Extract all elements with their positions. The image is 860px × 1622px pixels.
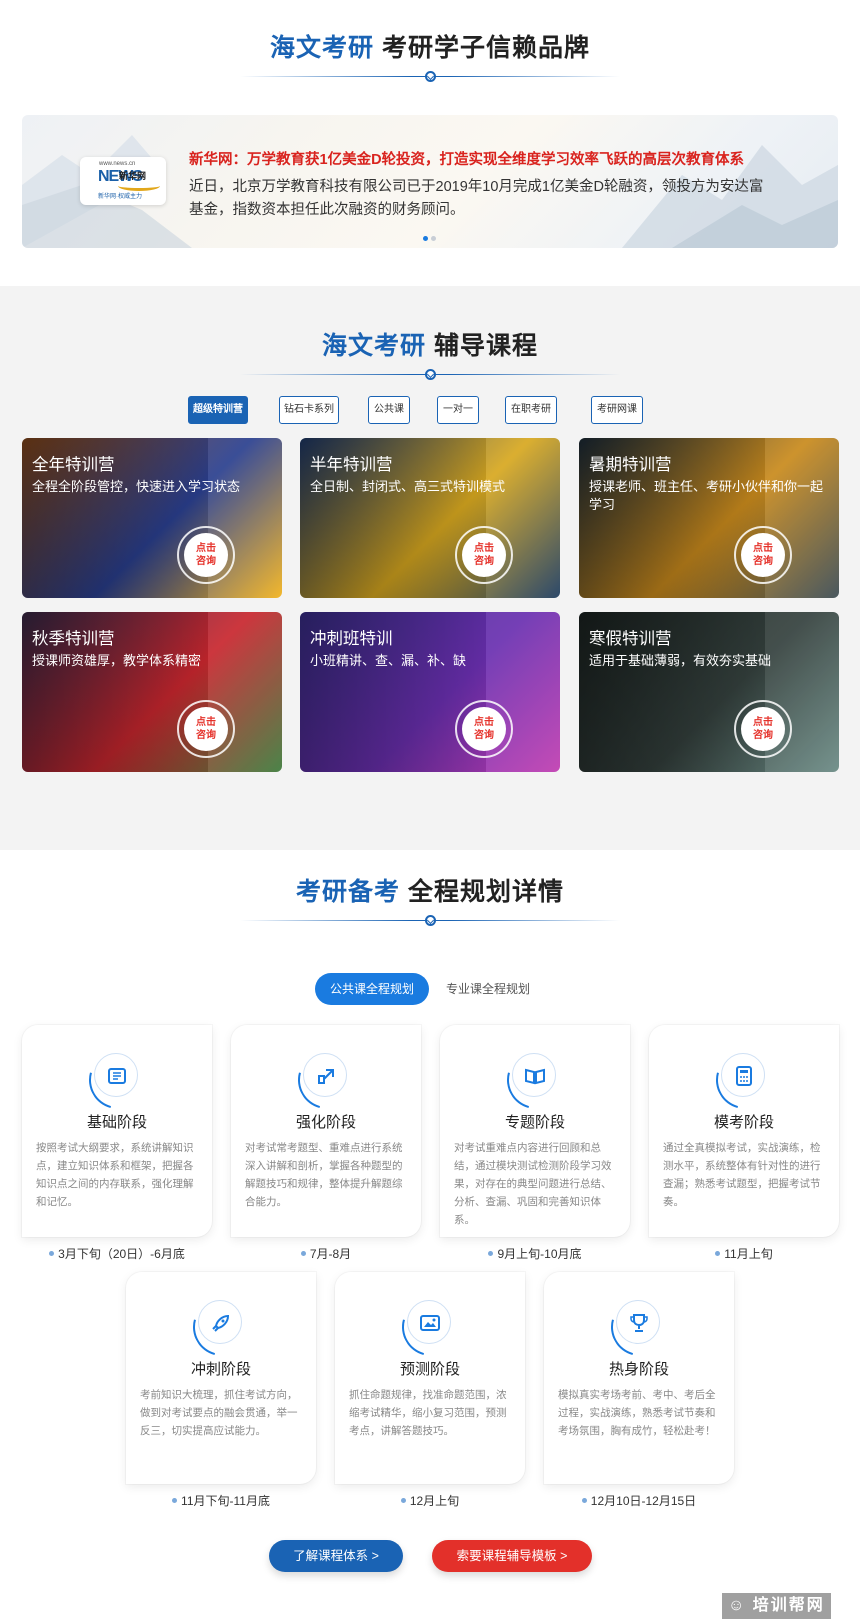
stage-card: 基础阶段按照考试大纲要求，系统讲解知识点，建立知识体系和框架，把握各知识点之间的…: [22, 1025, 212, 1237]
course-title: 暑期特训营: [589, 456, 672, 474]
stage-desc: 考前知识大梳理，抓住考试方向，做到对考试要点的融会贯通，举一反三，切实提高应试能…: [140, 1389, 298, 1437]
tab-online[interactable]: 考研网课: [591, 396, 643, 424]
courses-title: 海文考研 辅导课程: [322, 332, 538, 360]
chevron-down-icon: [424, 915, 436, 926]
course-tabs: 超级特训营 钻石卡系列 公共课 一对一 在职考研 考研网课: [188, 396, 648, 424]
stage-desc: 对考试重难点内容进行回顾和总结，通过模块测试检测阶段学习效果，对存在的典型问题进…: [454, 1142, 612, 1226]
tab-public[interactable]: 公共课: [368, 396, 410, 424]
stage-name: 预测阶段: [399, 1361, 460, 1378]
stage-card: 专题阶段对考试重难点内容进行回顾和总结，通过模块测试检测阶段学习效果，对存在的典…: [440, 1025, 630, 1237]
consult-button[interactable]: 点击 咨询: [455, 526, 513, 584]
stage-desc: 对考试常考题型、重难点进行系统深入讲解和剖析，掌握各种题型的解题技巧和规律，整体…: [245, 1142, 403, 1208]
course-card-full-year[interactable]: 全年特训营全程全阶段管控，快速进入学习状态点击 咨询: [22, 438, 282, 598]
course-desc: 授课师资雄厚，教学体系精密: [32, 653, 202, 668]
stage-name: 强化阶段: [295, 1114, 356, 1131]
stage-card: 强化阶段对考试常考题型、重难点进行系统深入讲解和剖析，掌握各种题型的解题技巧和规…: [231, 1025, 421, 1237]
course-title: 全年特训营: [32, 456, 115, 474]
course-card-sprint[interactable]: 冲刺班特训小班精讲、查、漏、补、缺点击 咨询: [300, 612, 560, 772]
tab-diamond[interactable]: 钻石卡系列: [279, 396, 339, 424]
open-book-icon: [512, 1053, 556, 1097]
news-body: 近日，北京万学教育科技有限公司已于2019年10月完成1亿美金D轮融资，领投方为…: [189, 179, 764, 218]
calculator-icon: [721, 1053, 765, 1097]
consult-button[interactable]: 点击 咨询: [734, 700, 792, 758]
tab-public-plan[interactable]: 公共课全程规划: [315, 973, 429, 1005]
consult-button[interactable]: 点击 咨询: [455, 700, 513, 758]
stage-name: 冲刺阶段: [190, 1361, 251, 1378]
title-divider: [240, 70, 620, 84]
stage-card: 预测阶段抓住命题规律，找准命题范围，浓缩考试精华，缩小复习范围，预测考点，讲解答…: [335, 1272, 525, 1484]
stage-date: 7月-8月: [231, 1245, 421, 1262]
stage-desc: 通过全真模拟考试，实战演练，检测水平，系统整体有针对性的进行查漏；熟悉考试题型，…: [663, 1142, 821, 1208]
course-card-half-year[interactable]: 半年特训营全日制、封闭式、高三式特训模式点击 咨询: [300, 438, 560, 598]
picture-icon: [407, 1300, 451, 1344]
stage-card: 模考阶段通过全真模拟考试，实战演练，检测水平，系统整体有针对性的进行查漏；熟悉考…: [649, 1025, 839, 1237]
title-divider: [240, 368, 620, 382]
request-template-button[interactable]: 索要课程辅导模板 >: [432, 1540, 592, 1572]
course-card-autumn[interactable]: 秋季特训营授课师资雄厚，教学体系精密点击 咨询: [22, 612, 282, 772]
title-divider: [240, 914, 620, 928]
stage-date: 11月上旬: [649, 1245, 839, 1262]
pager-dot-active[interactable]: [423, 236, 428, 241]
brand-section: 海文考研 考研学子信赖品牌 www.news.cn NEWS 新华网 新华网·权…: [0, 0, 860, 285]
courses-section: 海文考研 辅导课程 超级特训营 钻石卡系列 公共课 一对一 在职考研 考研网课 …: [0, 286, 860, 850]
course-desc: 全日制、封闭式、高三式特训模式: [310, 479, 506, 494]
plan-title: 考研备考 全程规划详情: [296, 878, 564, 906]
consult-button[interactable]: 点击 咨询: [177, 700, 235, 758]
news-carousel[interactable]: www.news.cn NEWS 新华网 新华网·权威主力 新华网：万学教育获1…: [22, 115, 838, 248]
course-desc: 全程全阶段管控，快速进入学习状态: [32, 479, 241, 494]
book-icon: [94, 1053, 138, 1097]
course-title: 冲刺班特训: [310, 630, 393, 648]
stage-name: 专题阶段: [504, 1114, 565, 1131]
course-desc: 适用于基础薄弱，有效夯实基础: [589, 653, 772, 668]
stage-name: 热身阶段: [608, 1361, 669, 1378]
course-desc: 小班精讲、查、漏、补、缺: [310, 653, 467, 668]
chevron-down-icon: [424, 369, 436, 380]
xinhua-logo: www.news.cn NEWS 新华网 新华网·权威主力: [80, 157, 166, 205]
news-headline[interactable]: 新华网：万学教育获1亿美金D轮投资，打造实现全维度学习效率飞跃的高层次教育体系: [189, 148, 744, 169]
stage-name: 基础阶段: [86, 1114, 147, 1131]
stage-date: 11月下旬-11月底: [126, 1492, 316, 1509]
pager-dot[interactable]: [431, 236, 436, 241]
course-title: 秋季特训营: [32, 630, 115, 648]
course-title: 寒假特训营: [589, 630, 672, 648]
tab-in-service[interactable]: 在职考研: [505, 396, 557, 424]
course-card-winter[interactable]: 寒假特训营适用于基础薄弱，有效夯实基础点击 咨询: [579, 612, 839, 772]
course-desc: 授课老师、班主任、考研小伙伴和你一起学习: [589, 479, 824, 512]
plan-section: 考研备考 全程规划详情 公共课全程规划 专业课全程规划 基础阶段按照考试大纲要求…: [0, 850, 860, 1622]
stage-date: 12月10日-12月15日: [544, 1492, 734, 1509]
stage-desc: 模拟真实考场考前、考中、考后全过程，实战演练，熟悉考试节奏和考场氛围，胸有成竹，…: [558, 1389, 716, 1437]
stage-name: 模考阶段: [713, 1114, 774, 1131]
stage-desc: 按照考试大纲要求，系统讲解知识点，建立知识体系和框架，把握各知识点之间的内存联系…: [36, 1142, 194, 1208]
trophy-icon: [616, 1300, 660, 1344]
brand-title: 海文考研 考研学子信赖品牌: [270, 34, 590, 62]
watermark: ☺ 培训帮网: [722, 1593, 831, 1619]
stage-card: 热身阶段模拟真实考场考前、考中、考后全过程，实战演练，熟悉考试节奏和考场氛围，胸…: [544, 1272, 734, 1484]
stage-desc: 抓住命题规律，找准命题范围，浓缩考试精华，缩小复习范围，预测考点，讲解答题技巧。: [349, 1389, 507, 1437]
rocket-icon: [198, 1300, 242, 1344]
course-system-button[interactable]: 了解课程体系 >: [269, 1540, 403, 1572]
tab-one-on-one[interactable]: 一对一: [437, 396, 479, 424]
tab-super-camp[interactable]: 超级特训营: [188, 396, 248, 424]
tab-major-plan[interactable]: 专业课全程规划: [436, 973, 540, 1005]
stage-date: 12月上旬: [335, 1492, 525, 1509]
consult-button[interactable]: 点击 咨询: [177, 526, 235, 584]
upgrade-icon: [303, 1053, 347, 1097]
stage-date: 3月下旬（20日）-6月底: [22, 1245, 212, 1262]
chevron-down-icon: [424, 71, 436, 82]
course-title: 半年特训营: [310, 456, 393, 474]
stage-date: 9月上旬-10月底: [440, 1245, 630, 1262]
stage-card: 冲刺阶段考前知识大梳理，抓住考试方向，做到对考试要点的融会贯通，举一反三，切实提…: [126, 1272, 316, 1484]
course-card-summer[interactable]: 暑期特训营授课老师、班主任、考研小伙伴和你一起学习点击 咨询: [579, 438, 839, 598]
carousel-pager: [423, 228, 439, 246]
consult-button[interactable]: 点击 咨询: [734, 526, 792, 584]
